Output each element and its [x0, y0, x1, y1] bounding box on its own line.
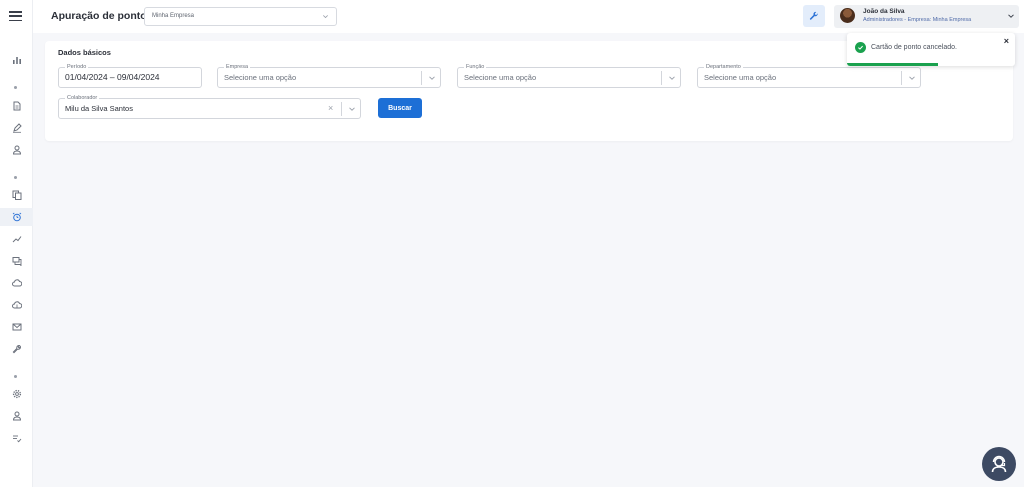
select-divider [901, 71, 902, 85]
funcao-select[interactable]: Função Selecione uma opção [457, 63, 681, 88]
sidebar [0, 0, 33, 487]
document-icon[interactable] [0, 97, 33, 115]
departamento-placeholder: Selecione uma opção [704, 73, 777, 82]
copy-icon[interactable] [0, 186, 33, 204]
search-button[interactable]: Buscar [378, 98, 422, 118]
menu-icon[interactable] [9, 11, 22, 22]
cloud-upload-icon[interactable] [0, 296, 33, 314]
chat-icon[interactable] [0, 252, 33, 270]
chevron-down-icon[interactable] [908, 74, 916, 82]
top-bar: Apuração de ponto Minha Empresa João da … [33, 0, 1024, 33]
card-title: Dados básicos [58, 48, 111, 57]
colaborador-label: Colaborador [65, 94, 100, 102]
company-select-value: Minha Empresa [152, 13, 195, 19]
period-field[interactable]: Período 01/04/2024 – 09/04/2024 [58, 63, 202, 88]
chevron-down-icon [1008, 14, 1014, 18]
check-circle-icon [855, 42, 866, 53]
departamento-select[interactable]: Departamento Selecione uma opção [697, 63, 921, 88]
empresa-placeholder: Selecione uma opção [224, 73, 297, 82]
checklist-icon[interactable] [0, 429, 33, 447]
colaborador-value: Milu da Silva Santos [65, 104, 133, 113]
chevron-down-icon[interactable] [348, 105, 356, 113]
company-select[interactable]: Minha Empresa [144, 7, 337, 26]
close-icon[interactable]: × [1004, 36, 1009, 46]
user-download-icon[interactable] [0, 407, 33, 425]
sidebar-separator-dot [14, 176, 17, 179]
sidebar-separator-dot [14, 375, 17, 378]
toast-progress-bar [847, 63, 938, 66]
chevron-down-icon[interactable] [668, 74, 676, 82]
avatar [840, 8, 855, 23]
departamento-label: Departamento [704, 63, 743, 71]
colaborador-select[interactable]: Colaborador Milu da Silva Santos × [58, 94, 361, 119]
support-button[interactable] [982, 447, 1016, 481]
select-divider [421, 71, 422, 85]
mail-icon[interactable] [0, 318, 33, 336]
empresa-label: Empresa [224, 63, 251, 71]
cloud-icon[interactable] [0, 274, 33, 292]
wrench-icon [809, 11, 818, 20]
user-role: Administradores - Empresa: Minha Empresa [863, 17, 972, 23]
user-menu[interactable]: João da Silva Administradores - Empresa:… [834, 5, 1019, 28]
clear-icon[interactable]: × [328, 103, 333, 113]
tools-button[interactable] [803, 5, 825, 27]
wrench-icon[interactable] [0, 340, 33, 358]
chart-icon[interactable] [0, 51, 33, 69]
user-name: João da Silva [863, 8, 905, 15]
funcao-placeholder: Selecione uma opção [464, 73, 537, 82]
user-upload-icon[interactable] [0, 141, 33, 159]
funcao-label: Função [464, 63, 487, 71]
alarm-clock-icon[interactable] [0, 208, 33, 226]
empresa-select[interactable]: Empresa Selecione uma opção [217, 63, 441, 88]
period-value: 01/04/2024 – 09/04/2024 [65, 72, 160, 82]
settings-icon[interactable] [0, 385, 33, 403]
support-agent-icon [991, 455, 1007, 473]
toast-notification: Cartão de ponto cancelado. × [847, 33, 1015, 66]
sidebar-separator-dot [14, 86, 17, 89]
chevron-down-icon [323, 15, 328, 19]
toast-message: Cartão de ponto cancelado. [871, 44, 958, 51]
page-title: Apuração de ponto [51, 10, 147, 22]
period-label: Período [65, 63, 89, 71]
chevron-down-icon[interactable] [428, 74, 436, 82]
select-divider [661, 71, 662, 85]
select-divider [341, 102, 342, 116]
pen-icon[interactable] [0, 119, 33, 137]
trend-icon[interactable] [0, 230, 33, 248]
